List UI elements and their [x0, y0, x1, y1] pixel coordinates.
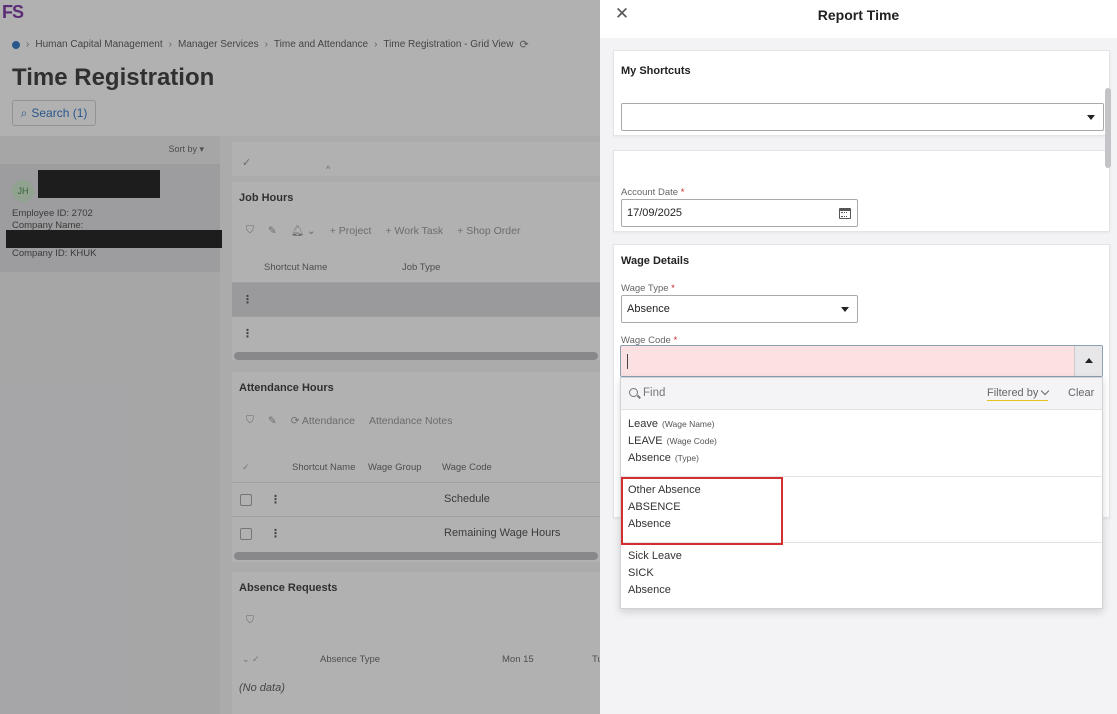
account-date-label-text: Account Date: [621, 187, 679, 198]
account-date-value: 17/09/2025: [627, 207, 683, 219]
required-mark: *: [680, 187, 685, 198]
account-date-card: Account Date * 17/09/2025: [613, 150, 1110, 232]
wage-type: Absence: [628, 518, 671, 530]
find-input[interactable]: Find: [643, 387, 665, 399]
wage-type-hint: (Type): [674, 453, 699, 463]
wage-type: Absence: [628, 584, 671, 596]
shortcuts-card: My Shortcuts: [613, 50, 1110, 136]
wage-type: Absence: [628, 452, 671, 464]
wage-code-toggle-button[interactable]: [1074, 346, 1102, 376]
list-item[interactable]: Other Absence ABSENCE Absence: [621, 477, 1102, 543]
wage-code-hint: (Wage Code): [666, 436, 717, 446]
wage-code: ABSENCE: [628, 501, 681, 513]
wage-code-line: LEAVE (Wage Code): [628, 435, 717, 447]
list-item[interactable]: Sick Leave SICK Absence: [621, 543, 1102, 609]
dropdown-find-bar: Find Filtered by Clear: [621, 378, 1102, 410]
wage-code-input[interactable]: [620, 345, 1103, 377]
wage-type-line: Absence (Type): [628, 452, 699, 464]
filtered-by-label: Filtered by: [987, 387, 1039, 399]
wage-code: LEAVE: [628, 435, 663, 447]
shortcuts-select[interactable]: [621, 103, 1104, 131]
account-date-input[interactable]: 17/09/2025: [621, 199, 858, 227]
shortcuts-title: My Shortcuts: [621, 65, 691, 77]
dropdown-header-item[interactable]: Leave (Wage Name) LEAVE (Wage Code) Absenc…: [621, 411, 1102, 477]
wage-code-dropdown: Find Filtered by Clear Leave (Wage Name) …: [620, 377, 1103, 609]
chevron-down-icon: [1087, 115, 1095, 120]
chevron-down-icon: [1041, 386, 1050, 396]
modal-backdrop[interactable]: [0, 0, 600, 714]
calendar-icon[interactable]: [839, 208, 851, 219]
wage-type-value: Absence: [627, 303, 670, 315]
account-date-label: Account Date *: [621, 187, 684, 198]
wage-type-label-text: Wage Type: [621, 283, 669, 294]
wage-name: Leave: [628, 418, 658, 430]
wage-code: SICK: [628, 567, 654, 579]
chevron-up-icon: [1085, 358, 1093, 363]
filtered-by-button[interactable]: Filtered by: [987, 386, 1050, 401]
panel-title: Report Time: [817, 7, 900, 23]
wage-type-label: Wage Type *: [621, 283, 675, 294]
wage-name-hint: (Wage Name): [661, 419, 715, 429]
text-cursor: [627, 354, 628, 369]
chevron-down-icon: [841, 307, 849, 312]
wage-name-line: Leave (Wage Name): [628, 418, 715, 430]
wage-type-select[interactable]: Absence: [621, 295, 858, 323]
required-mark: *: [671, 283, 675, 294]
clear-button[interactable]: Clear: [1068, 387, 1094, 399]
search-icon: [629, 388, 638, 397]
vertical-scrollbar[interactable]: [1105, 88, 1111, 168]
wage-name: Other Absence: [628, 484, 701, 496]
wage-name: Sick Leave: [628, 550, 682, 562]
wage-details-title: Wage Details: [621, 255, 690, 267]
